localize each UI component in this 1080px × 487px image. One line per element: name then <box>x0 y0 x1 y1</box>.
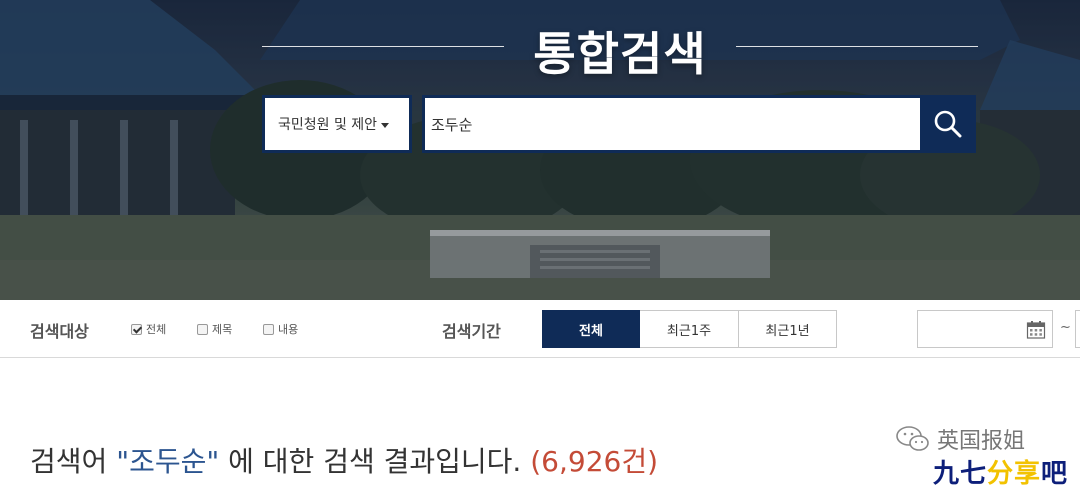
watermark-line1: 英国报姐 <box>895 423 1025 455</box>
calendar-icon[interactable] <box>1026 320 1046 340</box>
hero-title-group: 통합검색 <box>262 18 978 81</box>
wechat-icon <box>896 426 929 451</box>
start-date-input[interactable] <box>917 310 1053 348</box>
watermark-line2-a: 九七 <box>933 459 988 487</box>
period-button-all[interactable]: 전체 <box>542 310 640 348</box>
target-checkbox-content[interactable]: 내용 <box>263 321 298 337</box>
title-divider-right <box>736 46 978 47</box>
page-title: 통합검색 <box>533 27 707 81</box>
result-prefix: 검색어 <box>30 445 117 478</box>
watermark-line2-c: 吧 <box>1041 459 1069 487</box>
search-input[interactable]: 조두순 <box>422 95 920 153</box>
target-checkbox-all-label: 전체 <box>146 323 167 336</box>
result-keyword: "조두순" <box>116 445 220 478</box>
title-divider-left <box>262 46 504 47</box>
target-checkbox-title-label: 제목 <box>212 323 233 336</box>
target-checkbox-title[interactable]: 제목 <box>197 321 232 337</box>
search-input-value: 조두순 <box>431 115 473 134</box>
search-category-select[interactable]: 국민청원 및 제안 <box>262 95 412 153</box>
watermark-line2-b: 分享 <box>987 459 1042 487</box>
search-category-label: 국민청원 및 제안 <box>278 117 378 133</box>
caret-down-icon <box>381 122 390 128</box>
checkbox-icon[interactable] <box>131 323 142 335</box>
search-button[interactable] <box>920 95 976 153</box>
checkbox-icon[interactable] <box>263 323 274 335</box>
watermark-text: 英国报姐 <box>937 429 1026 454</box>
search-target-label: 검색대상 <box>30 322 89 341</box>
target-checkbox-all[interactable]: 전체 <box>131 321 166 337</box>
result-suffix: 에 대한 검색 결과입니다. <box>219 445 531 478</box>
hero-banner: 통합검색 국민청원 및 제안 조두순 <box>0 0 1080 300</box>
result-count: (6,926건) <box>530 445 659 478</box>
checkbox-icon[interactable] <box>197 323 208 335</box>
target-checkbox-content-label: 내용 <box>278 323 299 336</box>
watermark: 英国报姐 九七分享吧 <box>895 423 1080 487</box>
search-period-label: 검색기간 <box>442 322 501 341</box>
period-button-1week[interactable]: 최근1주 <box>640 310 739 348</box>
watermark-line2: 九七分享吧 <box>933 453 1068 487</box>
date-range-separator: ~ <box>1060 320 1071 335</box>
period-button-1year[interactable]: 최근1년 <box>738 310 837 348</box>
search-icon <box>934 110 962 138</box>
search-result-summary: 검색어 "조두순" 에 대한 검색 결과입니다. (6,926건) <box>30 440 658 480</box>
end-date-input[interactable] <box>1075 310 1080 348</box>
